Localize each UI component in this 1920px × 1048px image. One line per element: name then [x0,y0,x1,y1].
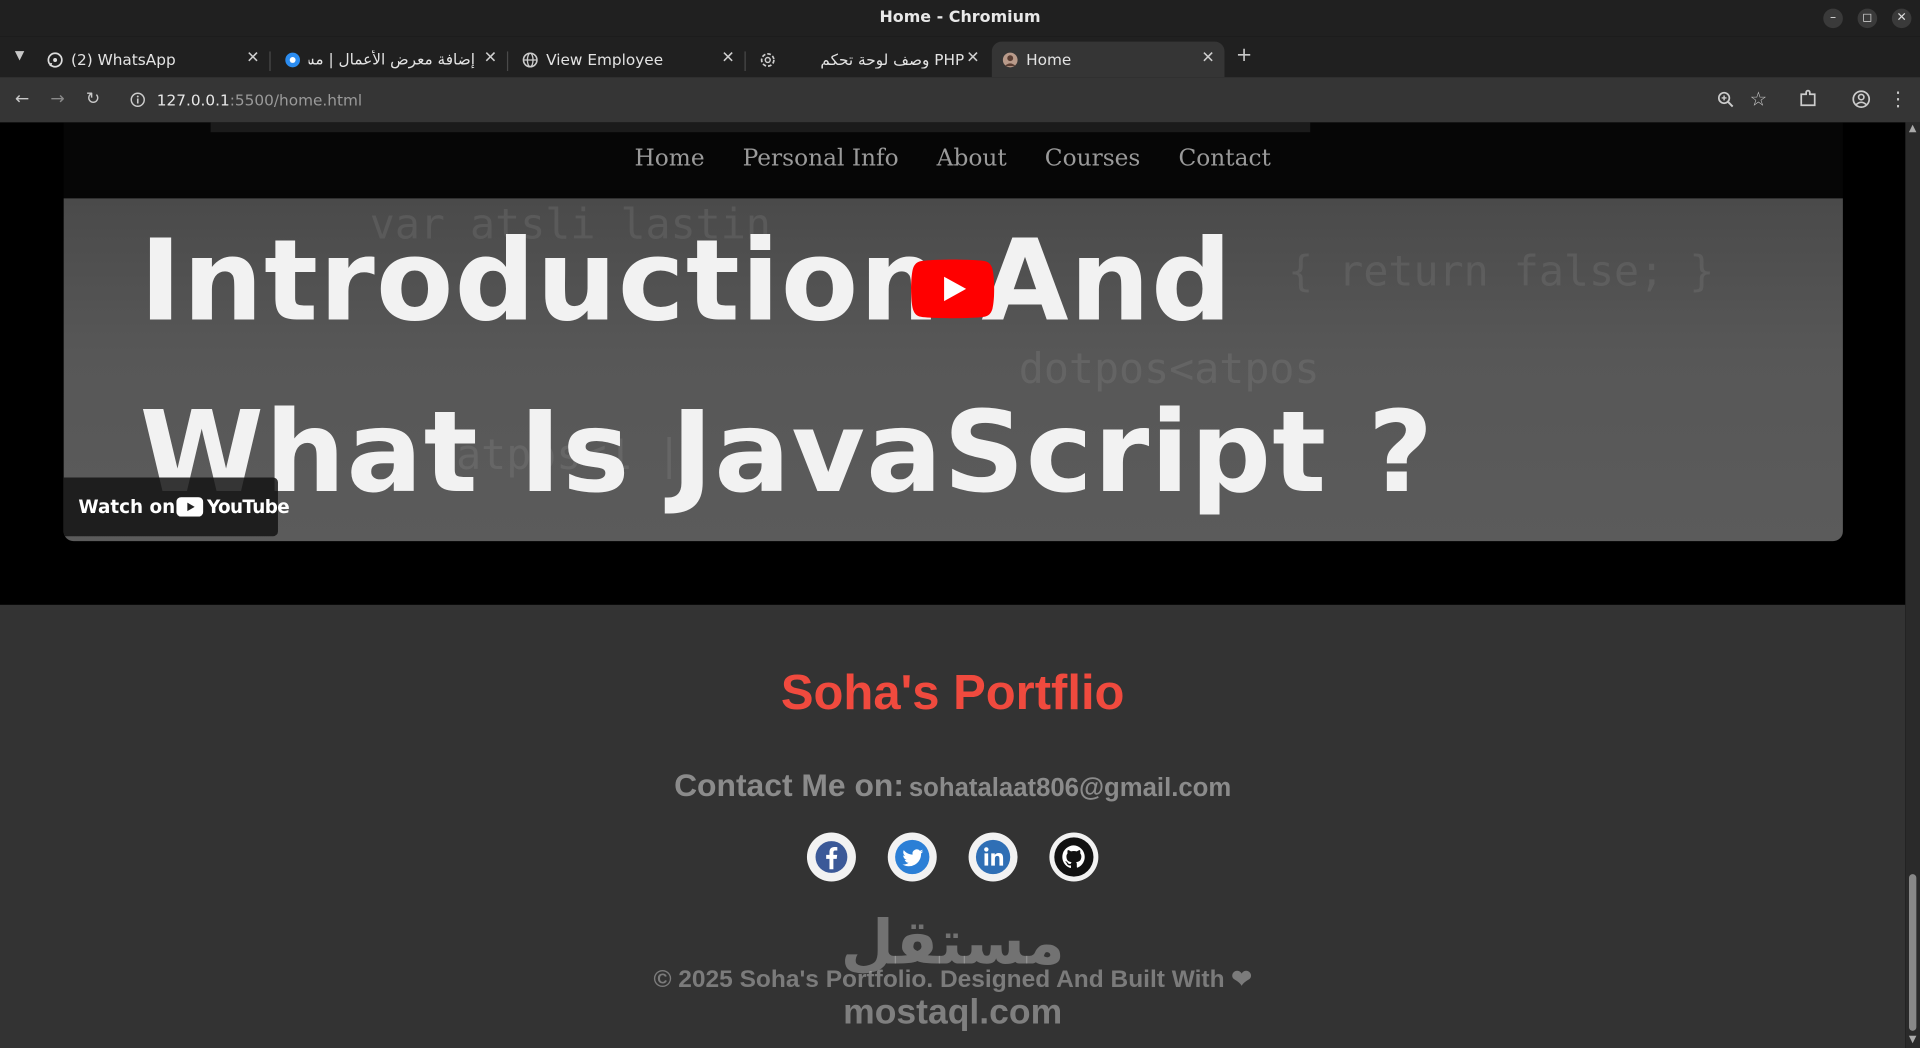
video-thumbnail-subtitle: What Is JavaScript ? [139,386,1435,518]
globe-icon [522,52,538,68]
tab-label: إضافة معرض الأعمال | مس... [309,50,476,69]
bookmark-star-icon[interactable]: ☆ [1747,88,1769,110]
reload-icon[interactable]: ↻ [82,88,104,110]
close-window-icon[interactable]: ✕ [1891,8,1912,29]
close-tab-icon[interactable]: ✕ [484,49,497,67]
close-tab-icon[interactable]: ✕ [966,49,979,67]
tab-php-dashboard[interactable]: وصف لوحة تحكم PHP ✕ [749,42,989,78]
watch-on-youtube-button[interactable]: Watch on YouTube [63,477,290,537]
window-titlebar: Home - Chromium – ◻ ✕ [0,0,1920,37]
tab-label: (2) WhatsApp [71,50,176,69]
nav-link-about[interactable]: About [937,144,1007,171]
address-bar[interactable]: 127.0.0.1:5500/home.html [157,91,362,109]
profile-icon[interactable] [1851,89,1871,109]
tab-strip: ▼ (2) WhatsApp ✕ إضافة معرض الأعمال | مس… [0,36,1920,78]
tab-whatsapp[interactable]: (2) WhatsApp ✕ [37,42,270,78]
nav-link-contact[interactable]: Contact [1178,144,1270,171]
site-favicon [1002,52,1018,68]
watermark-url: mostaql.com [843,992,1063,1033]
video-thumbnail-title: Introduction And [139,215,1234,347]
linkedin-icon[interactable] [968,832,1018,882]
youtube-embed[interactable]: var atsli lastin dotpos<atpos (atpos<1 |… [63,198,1843,542]
site-info-icon[interactable] [130,92,146,108]
tab-label: Home [1026,50,1072,69]
mostaql-icon [285,52,301,68]
new-tab-icon[interactable]: + [1233,43,1255,66]
tab-label: وصف لوحة تحكم PHP [820,50,965,69]
tab-mostaql[interactable]: إضافة معرض الأعمال | مس... ✕ [274,42,507,78]
nav-links: Home Personal Info About Courses Contact [0,144,1905,171]
contact-line: Contact Me on: sohatalaat806@gmail.com [0,766,1905,804]
twitter-icon[interactable] [887,832,937,882]
nav-link-courses[interactable]: Courses [1045,144,1141,171]
back-icon[interactable]: ← [11,88,33,110]
contact-label: Contact Me on: [674,766,904,804]
chatgpt-icon [760,53,775,67]
zoom-icon[interactable] [1717,91,1734,108]
watch-on-label: Watch on [78,495,176,518]
whatsapp-icon [47,52,63,68]
page-viewport: Home Personal Info About Courses Contact… [0,122,1906,1048]
restore-icon[interactable]: ◻ [1857,8,1878,29]
youtube-logo-icon [176,497,204,517]
nav-link-personal-info[interactable]: Personal Info [743,144,899,171]
url-host: 127.0.0.1 [156,90,230,109]
page-scrollbar[interactable]: ▲ ▼ [1905,122,1920,1048]
tab-list-chevron-icon[interactable]: ▼ [9,45,31,67]
contact-email-link[interactable]: sohatalaat806@gmail.com [909,774,1231,802]
youtube-wordmark: YouTube [206,495,290,518]
footer-brand-title: Soha's Portflio [780,666,1125,720]
tab-label: View Employee [546,50,664,69]
scrollbar-thumb[interactable] [1908,874,1917,1031]
close-tab-icon[interactable]: ✕ [246,49,259,67]
github-icon[interactable] [1049,832,1099,882]
window-title: Home - Chromium [879,8,1041,27]
tab-home[interactable]: Home ✕ [991,41,1225,78]
youtube-play-icon[interactable] [911,259,995,319]
facebook-icon[interactable] [806,832,856,882]
close-tab-icon[interactable]: ✕ [1201,49,1214,67]
browser-toolbar: ← → ↻ 127.0.0.1:5500/home.html ☆ ⋮ [0,77,1920,123]
url-path: :5500/home.html [229,90,363,109]
footer: Soha's Portflio Contact Me on: sohatalaat… [0,604,1906,1048]
nav-link-home[interactable]: Home [634,144,704,171]
close-tab-icon[interactable]: ✕ [721,49,734,67]
copyright-text: © 2025 Soha's Portfolio. Designed And Bu… [653,965,1252,993]
extensions-icon[interactable] [1799,89,1817,107]
menu-kebab-icon[interactable]: ⋮ [1887,88,1909,110]
youtube-logo: YouTube [176,495,290,519]
social-links [0,832,1905,882]
minimize-icon[interactable]: – [1823,8,1843,29]
tab-view-employee[interactable]: View Employee ✕ [512,42,745,78]
forward-icon[interactable]: → [47,88,69,110]
